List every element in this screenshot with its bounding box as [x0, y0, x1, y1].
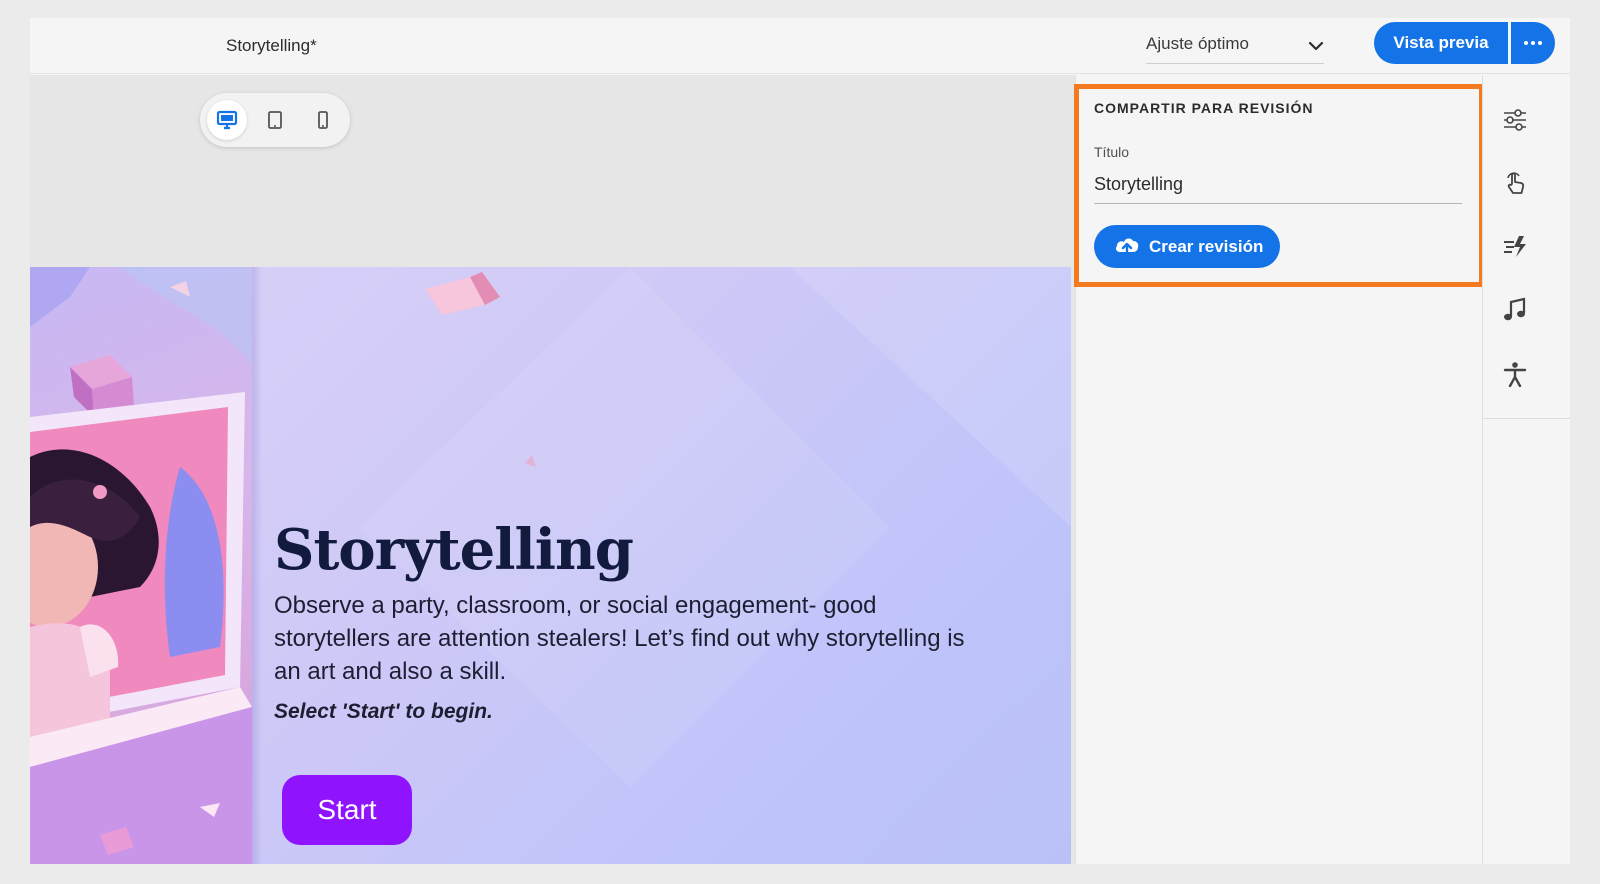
slide-title: Storytelling [274, 517, 634, 583]
create-review-label: Crear revisión [1149, 237, 1264, 256]
start-button[interactable]: Start [282, 775, 412, 845]
document-title: Storytelling* [226, 36, 317, 55]
slide-preview[interactable]: Storytelling Observe a party, classroom,… [30, 267, 1071, 864]
create-review-button[interactable]: Crear revisión [1094, 225, 1280, 268]
review-title-field[interactable] [1094, 166, 1462, 204]
chevron-down-icon [1308, 41, 1324, 51]
accessibility-icon[interactable] [1502, 361, 1528, 387]
more-icon[interactable] [1511, 22, 1555, 64]
audio-icon[interactable] [1502, 297, 1528, 323]
tablet-icon[interactable] [255, 100, 295, 140]
zoom-dropdown[interactable]: Ajuste óptimo [1146, 28, 1324, 64]
app-window: Storytelling* Ajuste óptimo Vista previa [30, 18, 1570, 864]
top-bar: Storytelling* Ajuste óptimo Vista previa [30, 18, 1570, 74]
title-field-label: Título [1094, 144, 1130, 160]
stage-canvas: Storytelling Observe a party, classroom,… [30, 75, 1075, 864]
zoom-value: Ajuste óptimo [1146, 34, 1249, 53]
cloud-upload-icon [1116, 238, 1139, 256]
illustration-panel [30, 267, 252, 864]
preview-button[interactable]: Vista previa [1374, 22, 1508, 64]
rail-divider [1483, 418, 1570, 419]
panel-shadow [252, 267, 262, 864]
slide-body-text: Observe a party, classroom, or social en… [274, 592, 965, 685]
desktop-icon[interactable] [207, 100, 247, 140]
device-switcher [200, 93, 350, 147]
slide-instruction: Select 'Start' to begin. [274, 700, 493, 723]
timing-icon[interactable] [1502, 233, 1528, 259]
share-panel-heading: COMPARTIR PARA REVISIÓN [1094, 100, 1314, 116]
right-icon-rail [1482, 75, 1570, 864]
phone-icon[interactable] [303, 100, 343, 140]
properties-icon[interactable] [1502, 107, 1528, 133]
interactions-icon[interactable] [1502, 170, 1528, 196]
